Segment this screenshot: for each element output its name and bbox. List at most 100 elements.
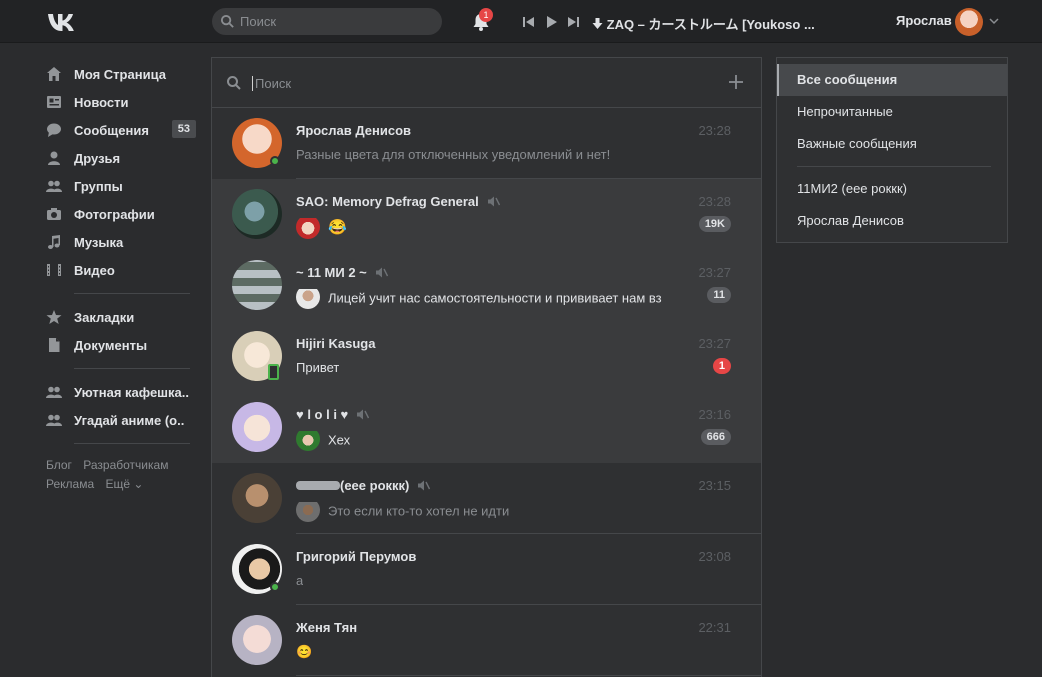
conversation-preview: Привет — [296, 360, 340, 375]
search-icon — [220, 14, 234, 28]
user-avatar[interactable] — [955, 8, 983, 36]
nav-item-photos[interactable]: Фотографии — [46, 200, 196, 228]
filter-unread[interactable]: Непрочитанные — [777, 96, 1007, 128]
messages-search-input[interactable]: Поиск — [252, 76, 291, 91]
nav-item-video[interactable]: Видео — [46, 256, 196, 284]
previous-track-icon[interactable] — [520, 13, 538, 31]
home-icon — [47, 67, 61, 81]
online-indicator — [270, 582, 280, 592]
chevron-down-icon[interactable] — [989, 17, 999, 25]
friends-icon — [48, 151, 60, 165]
next-track-icon[interactable] — [564, 13, 582, 31]
conversation-row[interactable]: Григорий Перумов 23:08 а — [212, 534, 761, 605]
avatar — [232, 615, 282, 665]
news-icon — [47, 96, 61, 108]
conversation-preview: Это если кто-то хотел не идти — [296, 502, 509, 522]
muted-speaker-icon — [418, 480, 431, 491]
download-icon — [592, 18, 603, 29]
conversation-preview: Лицей учит нас самостоятельности и приви… — [296, 289, 662, 309]
footer-link-developers[interactable]: Разработчикам — [83, 458, 168, 472]
nav-item-messages[interactable]: Сообщения 53 — [46, 116, 196, 144]
sender-avatar — [296, 431, 320, 451]
conversation-row[interactable]: Hijiri Kasuga 23:27 Привет 1 — [212, 321, 761, 392]
avatar — [232, 473, 282, 523]
nav-label: Уютная кафешка.. — [74, 384, 189, 400]
nav-label: Музыка — [74, 234, 124, 250]
conversation-time: 23:15 — [698, 478, 731, 493]
vk-logo-icon[interactable] — [46, 11, 82, 33]
filter-chat-yaroslav[interactable]: Ярослав Денисов — [777, 205, 1007, 237]
conversation-name: Ярослав Денисов — [296, 123, 411, 138]
top-bar: Поиск 1 ZAQ – カーストルーム [Youkoso ... Яросл… — [0, 0, 1042, 43]
filter-divider — [797, 166, 991, 167]
nav-item-music[interactable]: Музыка — [46, 228, 196, 256]
group-icon — [46, 386, 62, 398]
global-search-input[interactable]: Поиск — [212, 8, 442, 35]
messages-icon — [47, 123, 61, 137]
nav-label: Фотографии — [74, 206, 155, 222]
avatar — [232, 260, 282, 310]
sender-avatar — [296, 218, 320, 239]
nav-divider — [74, 293, 190, 294]
document-icon — [49, 338, 60, 352]
filter-important[interactable]: Важные сообщения — [777, 128, 1007, 160]
nav-item-documents[interactable]: Документы — [46, 331, 196, 359]
conversation-name: ♥ l o l i ♥ — [296, 407, 370, 422]
footer-link-blog[interactable]: Блог — [46, 458, 72, 472]
current-track[interactable]: ZAQ – カーストルーム [Youkoso ... — [592, 14, 815, 33]
conversation-row[interactable]: ♥ l o l i ♥ 23:16 Хех 666 — [212, 392, 761, 463]
filter-chat-11mi2[interactable]: 11МИ2 (еее роккк) — [777, 173, 1007, 205]
conversation-row[interactable]: (еее роккк) 23:15 Это если кто-то хотел … — [212, 463, 761, 534]
conversation-row[interactable]: Ярослав Денисов 23:28 Разные цвета для о… — [212, 108, 761, 179]
nav-item-bookmarks[interactable]: Закладки — [46, 303, 196, 331]
filter-all-messages[interactable]: Все сообщения — [777, 64, 1007, 96]
nav-label: Группы — [74, 178, 123, 194]
conversation-name-text: Женя Тян — [296, 620, 358, 635]
footer-links: Блог Разработчикам Реклама Ещё ⌄ — [46, 456, 196, 494]
search-icon — [227, 76, 241, 90]
nav-item-my-page[interactable]: Моя Страница — [46, 60, 196, 88]
conversation-time: 23:27 — [698, 336, 731, 351]
conversation-preview: 😂 — [296, 218, 347, 239]
nav-item-group-anime[interactable]: Угадай аниме (о.. — [46, 406, 196, 434]
mobile-online-icon — [268, 364, 279, 380]
footer-link-more[interactable]: Ещё ⌄ — [105, 477, 143, 491]
footer-link-ads[interactable]: Реклама — [46, 477, 94, 491]
sender-avatar — [296, 289, 320, 309]
conversation-row[interactable]: Женя Тян 22:31 😊 — [212, 605, 761, 676]
nav-item-news[interactable]: Новости — [46, 88, 196, 116]
conversation-name-text: Hijiri Kasuga — [296, 336, 376, 351]
avatar — [232, 189, 282, 239]
nav-divider — [74, 368, 190, 369]
audio-player — [520, 13, 586, 31]
groups-icon — [46, 180, 62, 192]
unread-count-badge: 666 — [700, 429, 731, 445]
conversation-name: ~ 11 МИ 2 ~ — [296, 265, 388, 280]
conversation-row[interactable]: ~ 11 МИ 2 ~ 23:27 Лицей учит нас самосто… — [212, 250, 761, 321]
play-icon[interactable] — [542, 13, 560, 31]
nav-item-groups[interactable]: Группы — [46, 172, 196, 200]
conversation-preview-text: 😂 — [328, 219, 347, 236]
nav-item-group-cafe[interactable]: Уютная кафешка.. — [46, 378, 196, 406]
user-name[interactable]: Ярослав — [896, 13, 952, 28]
conversation-preview: Хех — [296, 431, 350, 451]
conversation-name-text: ♥ l o l i ♥ — [296, 407, 349, 422]
nav-label: Друзья — [74, 150, 121, 166]
video-icon — [47, 264, 61, 276]
global-search-placeholder: Поиск — [240, 14, 277, 29]
sender-avatar — [296, 502, 320, 522]
plus-icon[interactable] — [727, 73, 745, 91]
unread-count-badge: 19K — [698, 216, 731, 232]
conversation-row[interactable]: SAO: Memory Defrag General 23:28 😂 19K — [212, 179, 761, 250]
messages-search[interactable]: Поиск — [212, 58, 761, 108]
muted-speaker-icon — [487, 196, 500, 207]
nav-divider — [74, 443, 190, 444]
conversation-name-text: ~ 11 МИ 2 ~ — [296, 265, 367, 280]
avatar — [232, 402, 282, 452]
nav-item-friends[interactable]: Друзья — [46, 144, 196, 172]
conversation-name-text: Ярослав Денисов — [296, 123, 412, 138]
conversation-preview: Разные цвета для отключенных уведомлений… — [296, 147, 611, 162]
row-divider — [296, 675, 761, 676]
nav-label: Видео — [74, 262, 115, 278]
nav-label: Документы — [74, 337, 148, 353]
